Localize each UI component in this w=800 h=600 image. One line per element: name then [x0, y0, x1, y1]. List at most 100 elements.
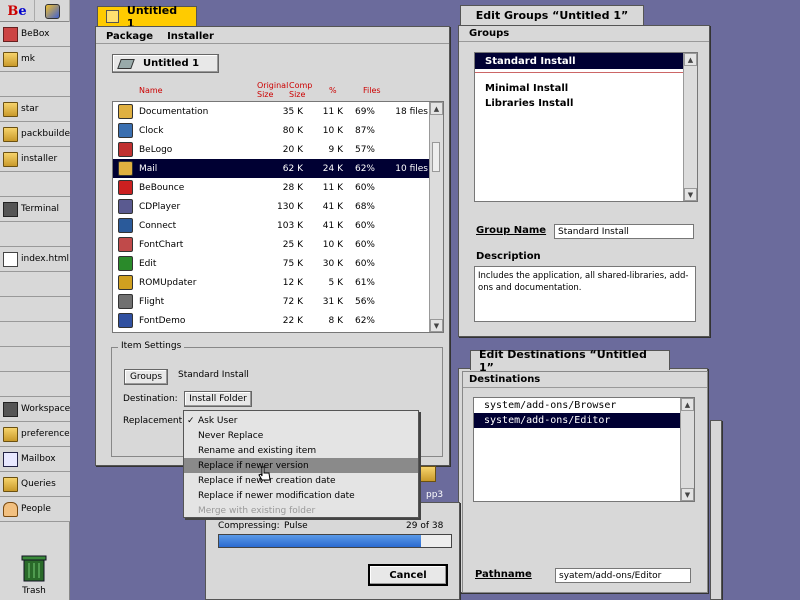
menu-item[interactable]: Merge with existing folder [184, 503, 418, 518]
table-row[interactable]: Flight 72 K 31 K 56% [113, 292, 443, 311]
column-files[interactable]: Files [347, 86, 397, 95]
scroll-up-arrow-icon[interactable]: ▲ [681, 398, 694, 411]
destinations-heading: Destinations [463, 372, 707, 388]
destination-item[interactable]: system/add-ons/Browser [474, 398, 694, 413]
people-icon [3, 501, 18, 517]
scroll-down-arrow-icon[interactable]: ▼ [681, 488, 694, 501]
table-row[interactable]: BeLogo 20 K 9 K 57% [113, 140, 443, 159]
menu-installer[interactable]: Installer [167, 31, 214, 42]
cell-comp: 9 K [328, 144, 344, 155]
deskbar-item[interactable]: Mailbox [0, 447, 70, 472]
destinations-scrollbar[interactable]: ▲ ▼ [680, 398, 694, 501]
cell-comp: 11 K [322, 106, 343, 117]
menu-item[interactable]: Replace if newer modification date [184, 488, 418, 503]
deskbar-item[interactable]: BeBox [0, 22, 70, 47]
table-row[interactable]: FontDemo 22 K 8 K 62% [113, 311, 443, 330]
table-row[interactable]: CDPlayer 130 K 41 K 68% [113, 197, 443, 216]
table-row[interactable]: Documentation 35 K 11 K 69% 18 files [113, 102, 443, 121]
package-button-label: Untitled 1 [143, 58, 200, 69]
cell-name: FontChart [139, 239, 184, 250]
deskbar-item-label: packbuilder [21, 129, 70, 139]
menu-item[interactable]: ✓ Ask User [184, 413, 418, 428]
scroll-down-arrow-icon[interactable]: ▼ [684, 188, 697, 201]
trash[interactable]: Trash [14, 553, 54, 596]
deskbar-item[interactable]: Terminal [0, 197, 70, 222]
column-comp-size[interactable]: Comp Size [289, 81, 319, 99]
pathname-label: Pathname [475, 569, 532, 580]
destinations-list[interactable]: system/add-ons/Browser system/add-ons/Edi… [473, 397, 695, 502]
deskbar-item-label: mk [21, 54, 35, 64]
pathname-field[interactable]: syatem/add-ons/Editor [555, 568, 691, 583]
deskbar-item[interactable]: packbuilder [0, 122, 70, 147]
desktop-icon[interactable]: pp3 [418, 462, 458, 502]
scroll-up-arrow-icon[interactable]: ▲ [430, 102, 443, 115]
menu-item[interactable]: Never Replace [184, 428, 418, 443]
cell-name: BeBounce [139, 182, 185, 193]
package-icon [3, 51, 18, 67]
menu-item[interactable]: Replace if newer version [184, 458, 418, 473]
replacement-menu[interactable]: ✓ Ask User Never Replace Rename and existin… [183, 410, 419, 518]
deskbar-item-label: index.html [21, 254, 69, 264]
group-item-selected[interactable]: Standard Install [475, 53, 697, 69]
column-original-size[interactable]: Original Size [257, 81, 289, 99]
checkmark-icon: ✓ [187, 415, 195, 426]
deskbar-item[interactable]: People [0, 497, 70, 522]
cell-comp: 41 K [322, 220, 343, 231]
deskbar-item[interactable]: Queries [0, 472, 70, 497]
package-button[interactable]: Untitled 1 [112, 54, 219, 73]
deskbar-item[interactable]: installer [0, 147, 70, 172]
description-field[interactable]: Includes the application, all shared-lib… [474, 266, 696, 322]
groups-list[interactable]: Standard Install Minimal Install Librari… [474, 52, 698, 202]
table-row[interactable]: Mail 62 K 24 K 62% 10 files [113, 159, 443, 178]
deskbar-item[interactable]: mk [0, 47, 70, 72]
menu-package[interactable]: Package [106, 31, 153, 42]
close-box-icon[interactable] [106, 10, 119, 23]
column-name[interactable]: Name [112, 86, 257, 95]
deskbar-launcher-button[interactable] [35, 0, 70, 22]
cancel-button[interactable]: Cancel [368, 564, 448, 586]
scroll-down-arrow-icon[interactable]: ▼ [430, 319, 443, 332]
deskbar-item [0, 72, 70, 97]
menu-item-label: Never Replace [198, 430, 264, 441]
table-row[interactable]: ROMUpdater 12 K 5 K 61% [113, 273, 443, 292]
table-row[interactable]: FontChart 25 K 10 K 60% [113, 235, 443, 254]
destination-item[interactable]: system/add-ons/Editor [474, 413, 694, 428]
deskbar-item [0, 347, 70, 372]
group-item[interactable]: Minimal Install [475, 81, 697, 96]
cell-pct: 68% [354, 201, 375, 212]
deskbar: Be BeBox mk star packbuilder installer Termin… [0, 0, 70, 600]
deskbar-item[interactable]: index.html [0, 247, 70, 272]
deskbar-item[interactable]: star [0, 97, 70, 122]
window-edge [710, 420, 722, 600]
cell-orig: 72 K [282, 296, 303, 307]
table-row[interactable]: BeBounce 28 K 11 K 60% [113, 178, 443, 197]
deskbar-item[interactable]: Workspaces [0, 397, 70, 422]
item-list-scrollbar[interactable]: ▲ ▼ [429, 102, 443, 332]
cell-orig: 35 K [282, 106, 303, 117]
group-name-field[interactable]: Standard Install [554, 224, 694, 239]
be-menu-button[interactable]: Be [0, 0, 35, 22]
table-row[interactable]: Edit 75 K 30 K 60% [113, 254, 443, 273]
cell-name: Edit [139, 258, 157, 269]
deskbar-item[interactable]: preferences [0, 422, 70, 447]
install-folder-button[interactable]: Install Folder [184, 391, 252, 407]
groups-window-tab[interactable]: Edit Groups “Untitled 1” [460, 5, 644, 25]
folder-icon [3, 151, 18, 167]
menu-item[interactable]: Replace if newer creation date [184, 473, 418, 488]
scroll-thumb[interactable] [432, 142, 440, 172]
table-row[interactable]: Clock 80 K 10 K 87% [113, 121, 443, 140]
groups-button[interactable]: Groups [124, 369, 168, 385]
table-row[interactable]: Connect 103 K 41 K 60% [113, 216, 443, 235]
item-list[interactable]: Documentation 35 K 11 K 69% 18 files Clock 80 … [112, 101, 444, 333]
group-item[interactable]: Libraries Install [475, 96, 697, 111]
main-menubar: Package Installer [96, 30, 449, 44]
scroll-up-arrow-icon[interactable]: ▲ [684, 53, 697, 66]
menu-item[interactable]: Rename and existing item [184, 443, 418, 458]
app-icon [118, 161, 133, 176]
groups-scrollbar[interactable]: ▲ ▼ [683, 53, 697, 201]
column-percent[interactable]: % [319, 86, 347, 95]
cell-name: FontDemo [139, 315, 186, 326]
destinations-window-tab[interactable]: Edit Destinations “Untitled 1” [470, 348, 670, 374]
main-window-tab[interactable]: Untitled 1 [97, 4, 197, 30]
bebox-icon [3, 26, 18, 42]
